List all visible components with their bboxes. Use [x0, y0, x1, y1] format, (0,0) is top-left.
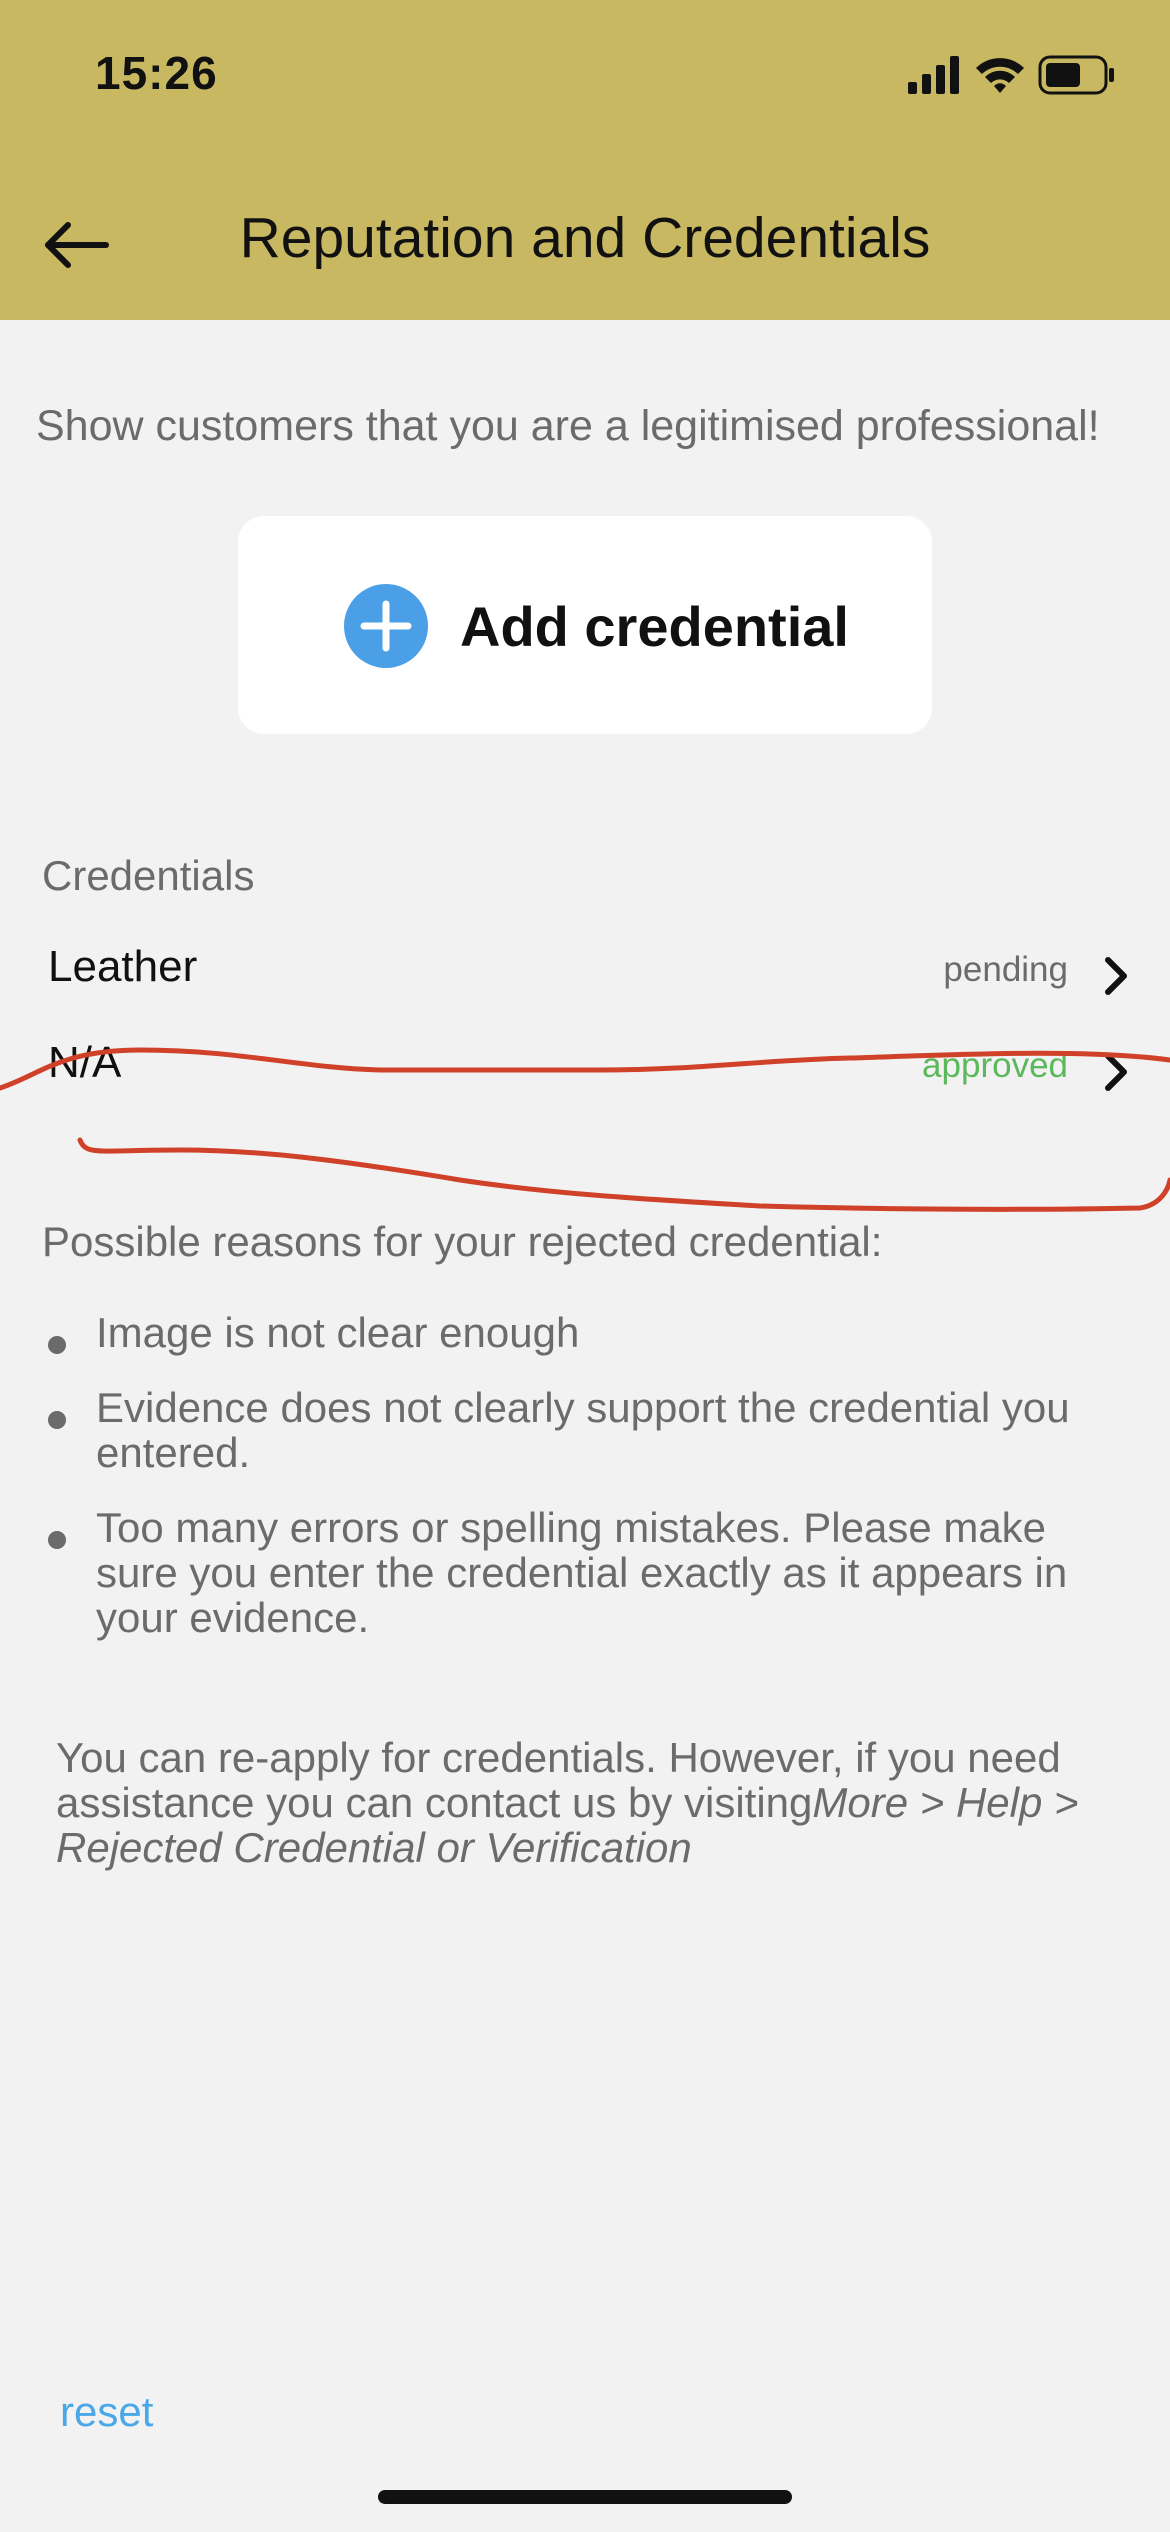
credential-name: N/A: [48, 1038, 122, 1087]
intro-text: Show customers that you are a legitimise…: [36, 402, 1100, 450]
list-item: Too many errors or spelling mistakes. Pl…: [48, 1505, 1098, 1640]
battery-icon: [1038, 55, 1114, 95]
chevron-right-icon: [1105, 1053, 1127, 1091]
wifi-icon: [976, 58, 1024, 93]
status-icons: [908, 52, 1118, 100]
red-annotation-mark: [0, 1047, 1170, 1212]
add-credential-label: Add credential: [460, 595, 849, 658]
rejection-reasons-list: Image is not clear enough Evidence does …: [48, 1310, 1098, 1670]
home-indicator: [378, 2490, 792, 2504]
list-item: Evidence does not clearly support the cr…: [48, 1385, 1098, 1475]
credentials-section-label: Credentials: [42, 852, 255, 899]
rejection-reasons-title: Possible reasons for your rejected crede…: [42, 1218, 883, 1265]
credential-name: Leather: [48, 942, 198, 991]
list-item: Image is not clear enough: [48, 1310, 1098, 1355]
bullet-icon: [48, 1336, 66, 1354]
reapply-note: You can re-apply for credentials. Howeve…: [56, 1734, 1079, 1871]
plus-circle-icon: [344, 584, 428, 668]
top-bar: 15:26 Reputation and Credentials: [0, 0, 1170, 320]
credential-status: pending: [943, 950, 1068, 989]
signal-icon: [908, 56, 959, 94]
page-title: Reputation and Credentials: [239, 206, 931, 270]
reset-link[interactable]: reset: [60, 2388, 153, 2436]
credential-row-leather[interactable]: Leather pending: [0, 926, 1170, 1016]
status-time: 15:26: [95, 47, 218, 99]
bullet-icon: [48, 1531, 66, 1549]
credential-status: approved: [922, 1046, 1068, 1085]
chevron-right-icon: [1105, 957, 1127, 995]
credential-row-na[interactable]: N/A approved: [0, 1022, 1170, 1112]
add-credential-button[interactable]: Add credential: [238, 516, 932, 734]
bullet-icon: [48, 1411, 66, 1429]
